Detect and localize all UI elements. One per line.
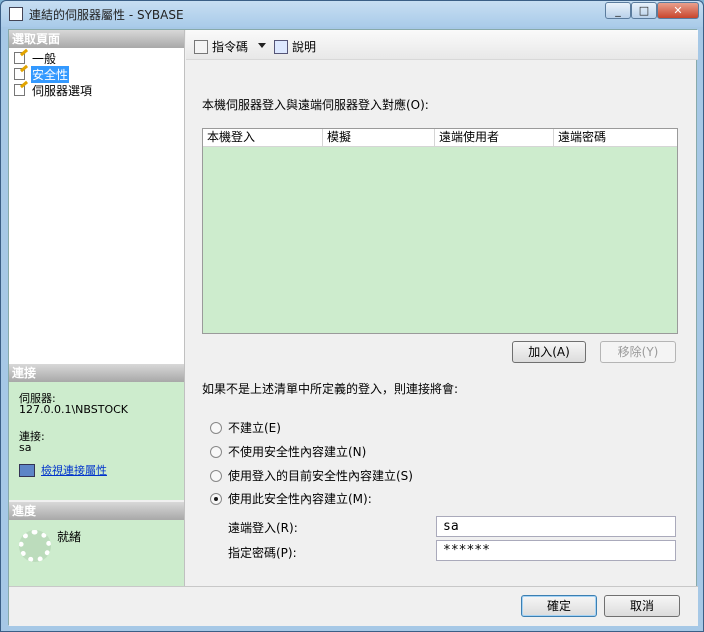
page-item-server-options[interactable]: 伺服器選項 <box>13 80 93 98</box>
view-connection-properties-text: 檢視連接屬性 <box>41 464 107 477</box>
column-header-local-login[interactable]: 本機登入 <box>203 129 323 147</box>
radio-this-security-context[interactable]: 使用此安全性內容建立(M): <box>210 490 372 507</box>
radio-without-security-context[interactable]: 不使用安全性內容建立(N) <box>210 443 366 460</box>
help-icon <box>274 39 288 54</box>
radio-button[interactable] <box>210 445 222 458</box>
page-item-general[interactable]: 一般 <box>13 48 57 66</box>
radio-login-current-context[interactable]: 使用登入的目前安全性內容建立(S) <box>210 467 413 484</box>
server-icon <box>9 7 23 21</box>
radio-button[interactable] <box>210 492 222 505</box>
connection-properties-icon <box>19 463 35 477</box>
password-label: 指定密碼(P): <box>228 546 297 560</box>
remote-login-input[interactable]: sa <box>436 516 676 537</box>
login-mapping-label: 本機伺服器登入與遠端伺服器登入對應(O): <box>202 98 429 112</box>
grid-header: 本機登入 模擬 遠端使用者 遠端密碼 <box>203 129 677 147</box>
linked-server-properties-window: 連結的伺服器屬性 - SYBASE _ □ ✕ 選取頁面 一般 安全性 伺服器選… <box>0 0 704 632</box>
column-header-remote-user[interactable]: 遠端使用者 <box>435 129 554 147</box>
help-button[interactable]: 說明 <box>274 38 316 55</box>
left-pane: 選取頁面 一般 安全性 伺服器選項 連接 伺服器: 127.0.0.1\NBST… <box>9 30 185 586</box>
script-dropdown-chevron-icon[interactable] <box>258 43 266 48</box>
dialog-client-area: 選取頁面 一般 安全性 伺服器選項 連接 伺服器: 127.0.0.1\NBST… <box>8 29 698 626</box>
radio-button[interactable] <box>210 469 222 482</box>
page-list: 一般 安全性 伺服器選項 <box>9 48 184 364</box>
page-icon <box>13 80 29 97</box>
page-label: 安全性 <box>31 65 70 83</box>
radio-button[interactable] <box>210 421 222 434</box>
script-label: 指令碼 <box>212 40 249 54</box>
connection-header: 連接 <box>9 364 184 382</box>
progress-status: 就緒 <box>57 530 82 544</box>
column-header-remote-password[interactable]: 遠端密碼 <box>554 129 677 147</box>
add-button[interactable]: 加入(A) <box>512 341 586 363</box>
script-icon <box>194 39 208 54</box>
server-value: 127.0.0.1\NBSTOCK <box>19 403 129 416</box>
login-mapping-grid[interactable]: 本機登入 模擬 遠端使用者 遠端密碼 <box>202 128 678 334</box>
radio-label: 不建立(E) <box>228 421 281 435</box>
connection-value: sa <box>19 441 32 454</box>
undefined-login-label: 如果不是上述清單中所定義的登入，則連接將會: <box>202 382 459 396</box>
toolbar: 指令碼 說明 <box>186 30 698 60</box>
select-page-header: 選取頁面 <box>9 30 184 48</box>
radio-label: 使用登入的目前安全性內容建立(S) <box>228 469 413 483</box>
cancel-button[interactable]: 取消 <box>604 595 680 617</box>
page-item-security[interactable]: 安全性 <box>13 64 70 83</box>
ok-button[interactable]: 確定 <box>521 595 597 617</box>
help-label: 說明 <box>292 40 317 54</box>
close-button[interactable]: ✕ <box>657 2 699 19</box>
maximize-icon: □ <box>638 4 650 17</box>
window-title: 連結的伺服器屬性 - SYBASE <box>29 8 184 22</box>
progress-header: 進度 <box>9 502 184 520</box>
radio-label: 不使用安全性內容建立(N) <box>228 445 367 459</box>
minimize-button[interactable]: _ <box>605 2 631 19</box>
radio-label: 使用此安全性內容建立(M): <box>228 492 372 506</box>
page-label: 一般 <box>32 51 57 66</box>
column-header-impersonate[interactable]: 模擬 <box>323 129 435 147</box>
page-icon <box>13 64 29 81</box>
radio-not-made[interactable]: 不建立(E) <box>210 419 281 436</box>
remove-button[interactable]: 移除(Y) <box>600 341 676 363</box>
progress-spinner-icon <box>19 530 51 562</box>
script-button[interactable]: 指令碼 <box>194 38 248 55</box>
page-label: 伺服器選項 <box>32 83 93 98</box>
title-bar[interactable]: 連結的伺服器屬性 - SYBASE _ □ ✕ <box>1 1 703 27</box>
password-input[interactable]: ****** <box>436 540 676 561</box>
dialog-footer: 確定 取消 <box>9 586 698 626</box>
right-pane: 指令碼 說明 本機伺服器登入與遠端伺服器登入對應(O): 本機登入 模擬 遠端使… <box>186 30 698 586</box>
minimize-icon: _ <box>615 4 621 17</box>
maximize-button[interactable]: □ <box>631 2 657 19</box>
page-icon <box>13 48 29 65</box>
close-icon: ✕ <box>673 4 683 17</box>
progress-panel: 就緒 <box>9 520 184 586</box>
connection-panel: 伺服器: 127.0.0.1\NBSTOCK 連接: sa 檢視連接屬性 <box>9 382 184 500</box>
remote-login-label: 遠端登入(R): <box>228 521 298 535</box>
view-connection-properties-link[interactable]: 檢視連接屬性 <box>19 462 107 478</box>
